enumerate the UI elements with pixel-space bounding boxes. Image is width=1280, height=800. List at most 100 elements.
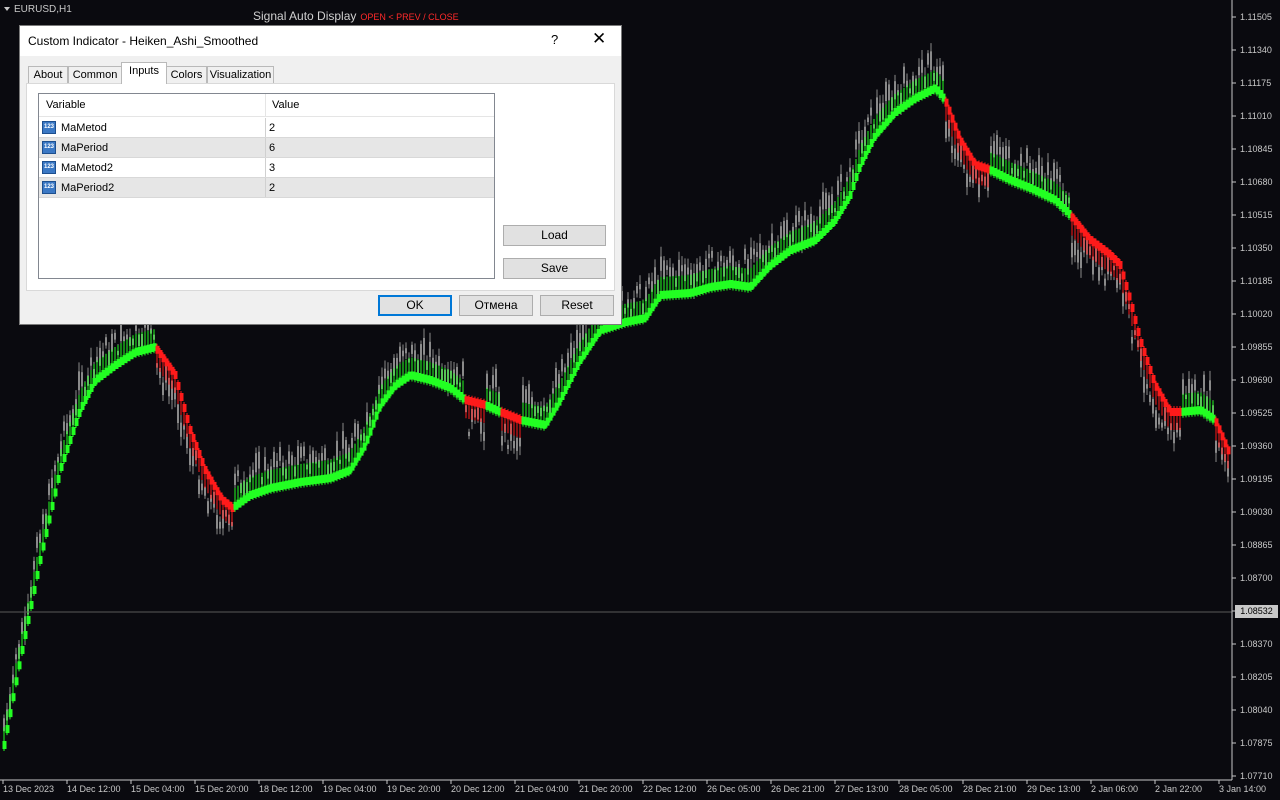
price-label: 1.09030 — [1240, 507, 1273, 517]
candle-body — [111, 333, 113, 352]
candle-body — [486, 373, 488, 389]
ha-bar — [1214, 418, 1219, 427]
price-label: 1.08205 — [1240, 672, 1273, 682]
help-button[interactable]: ? — [551, 32, 558, 47]
ha-bar — [179, 393, 184, 401]
price-label: 1.09690 — [1240, 375, 1273, 385]
price-label: 1.10020 — [1240, 309, 1273, 319]
custom-indicator-dialog: Custom Indicator - Heiken_Ashi_Smoothed … — [19, 25, 622, 325]
price-label: 1.11010 — [1240, 111, 1272, 121]
row-divider — [265, 158, 266, 177]
candle-body — [1152, 398, 1154, 414]
ha-bar — [17, 661, 22, 670]
candle-body — [354, 423, 356, 437]
candle-body — [1071, 242, 1073, 258]
dialog-title: Custom Indicator - Heiken_Ashi_Smoothed — [28, 34, 259, 48]
ha-bar — [374, 411, 379, 420]
candle-body — [648, 277, 650, 285]
candle-body — [945, 121, 947, 139]
candle-body — [342, 431, 344, 449]
candle-body — [570, 342, 572, 358]
price-label: 1.08700 — [1240, 573, 1273, 583]
load-button[interactable]: Load — [503, 225, 606, 246]
table-row[interactable]: 123 MaMetod 2 — [39, 118, 494, 138]
ha-bar — [1118, 261, 1123, 269]
ha-bar — [1142, 348, 1147, 356]
candle-body — [276, 460, 278, 468]
ha-bar — [944, 98, 949, 107]
candle-body — [273, 451, 275, 468]
table-row[interactable]: 123 MaMetod2 3 — [39, 158, 494, 178]
candle-body — [927, 53, 929, 65]
ha-bar — [182, 404, 187, 412]
time-label: 21 Dec 20:00 — [579, 784, 633, 794]
candle-body — [438, 356, 440, 366]
ha-bar — [71, 427, 76, 435]
column-divider[interactable] — [265, 94, 266, 116]
ha-bar — [20, 646, 25, 654]
candle-body — [1026, 148, 1028, 163]
candle-body — [921, 59, 923, 73]
save-button[interactable]: Save — [503, 258, 606, 279]
tab-visualization[interactable]: Visualization — [207, 66, 274, 83]
column-variable[interactable]: Variable — [46, 99, 86, 111]
param-value[interactable]: 3 — [269, 162, 275, 174]
dialog-title-bar[interactable]: Custom Indicator - Heiken_Ashi_Smoothed … — [20, 26, 621, 56]
candle-body — [468, 431, 470, 437]
table-row[interactable]: 123 MaPeriod 6 — [39, 138, 494, 158]
time-label: 28 Dec 05:00 — [899, 784, 953, 794]
tab-about[interactable]: About — [28, 66, 68, 83]
candle-body — [1059, 175, 1061, 182]
candle-body — [483, 432, 485, 441]
tab-inputs[interactable]: Inputs — [121, 62, 167, 84]
tab-colors[interactable]: Colors — [166, 66, 207, 83]
ha-bar — [1223, 439, 1228, 448]
close-icon[interactable]: ✕ — [592, 30, 606, 47]
candle-body — [177, 404, 179, 424]
ok-button[interactable]: OK — [378, 295, 452, 316]
ha-bar — [29, 601, 34, 609]
inputs-table: Variable Value 123 MaMetod 2 123 MaPerio… — [38, 93, 495, 279]
candle-body — [681, 265, 683, 272]
candle-body — [720, 255, 722, 262]
param-value[interactable]: 2 — [269, 122, 275, 134]
candle-body — [201, 483, 203, 491]
candle-body — [1173, 432, 1175, 444]
table-row[interactable]: 123 MaPeriod2 2 — [39, 178, 494, 198]
reset-button[interactable]: Reset — [540, 295, 614, 316]
candle-body — [888, 84, 890, 101]
column-value[interactable]: Value — [272, 99, 299, 111]
ha-bar — [53, 488, 58, 497]
candle-body — [963, 164, 965, 169]
candle-body — [990, 146, 992, 154]
time-label: 2 Jan 06:00 — [1091, 784, 1138, 794]
table-header: Variable Value — [39, 94, 494, 117]
candle-body — [279, 447, 281, 461]
candle-body — [1047, 162, 1049, 176]
candle-body — [1203, 374, 1205, 392]
candle-body — [939, 66, 941, 75]
candle-body — [234, 473, 236, 485]
candle-body — [1167, 427, 1169, 435]
cancel-button[interactable]: Отмена — [459, 295, 533, 316]
chart-symbol[interactable]: EURUSD,H1 — [4, 4, 72, 15]
time-label: 18 Dec 12:00 — [259, 784, 313, 794]
candle-body — [180, 422, 182, 437]
ha-bar — [1124, 282, 1129, 290]
param-value[interactable]: 2 — [269, 182, 275, 194]
signal-auto-display: Signal Auto Display OPEN < PREV / CLOSE — [253, 9, 459, 23]
param-value[interactable]: 6 — [269, 142, 275, 154]
ha-bar — [11, 693, 16, 702]
candle-body — [636, 286, 638, 294]
candle-body — [135, 325, 137, 331]
time-label: 19 Dec 04:00 — [323, 784, 377, 794]
candle-body — [666, 265, 668, 270]
row-divider — [265, 178, 266, 197]
param-name: MaMetod — [61, 122, 107, 134]
ha-bar — [200, 458, 205, 466]
ha-bar — [368, 427, 373, 436]
row-divider — [265, 118, 266, 137]
candle-body — [48, 483, 50, 496]
ha-bar — [65, 445, 70, 453]
tab-common[interactable]: Common — [68, 66, 122, 83]
